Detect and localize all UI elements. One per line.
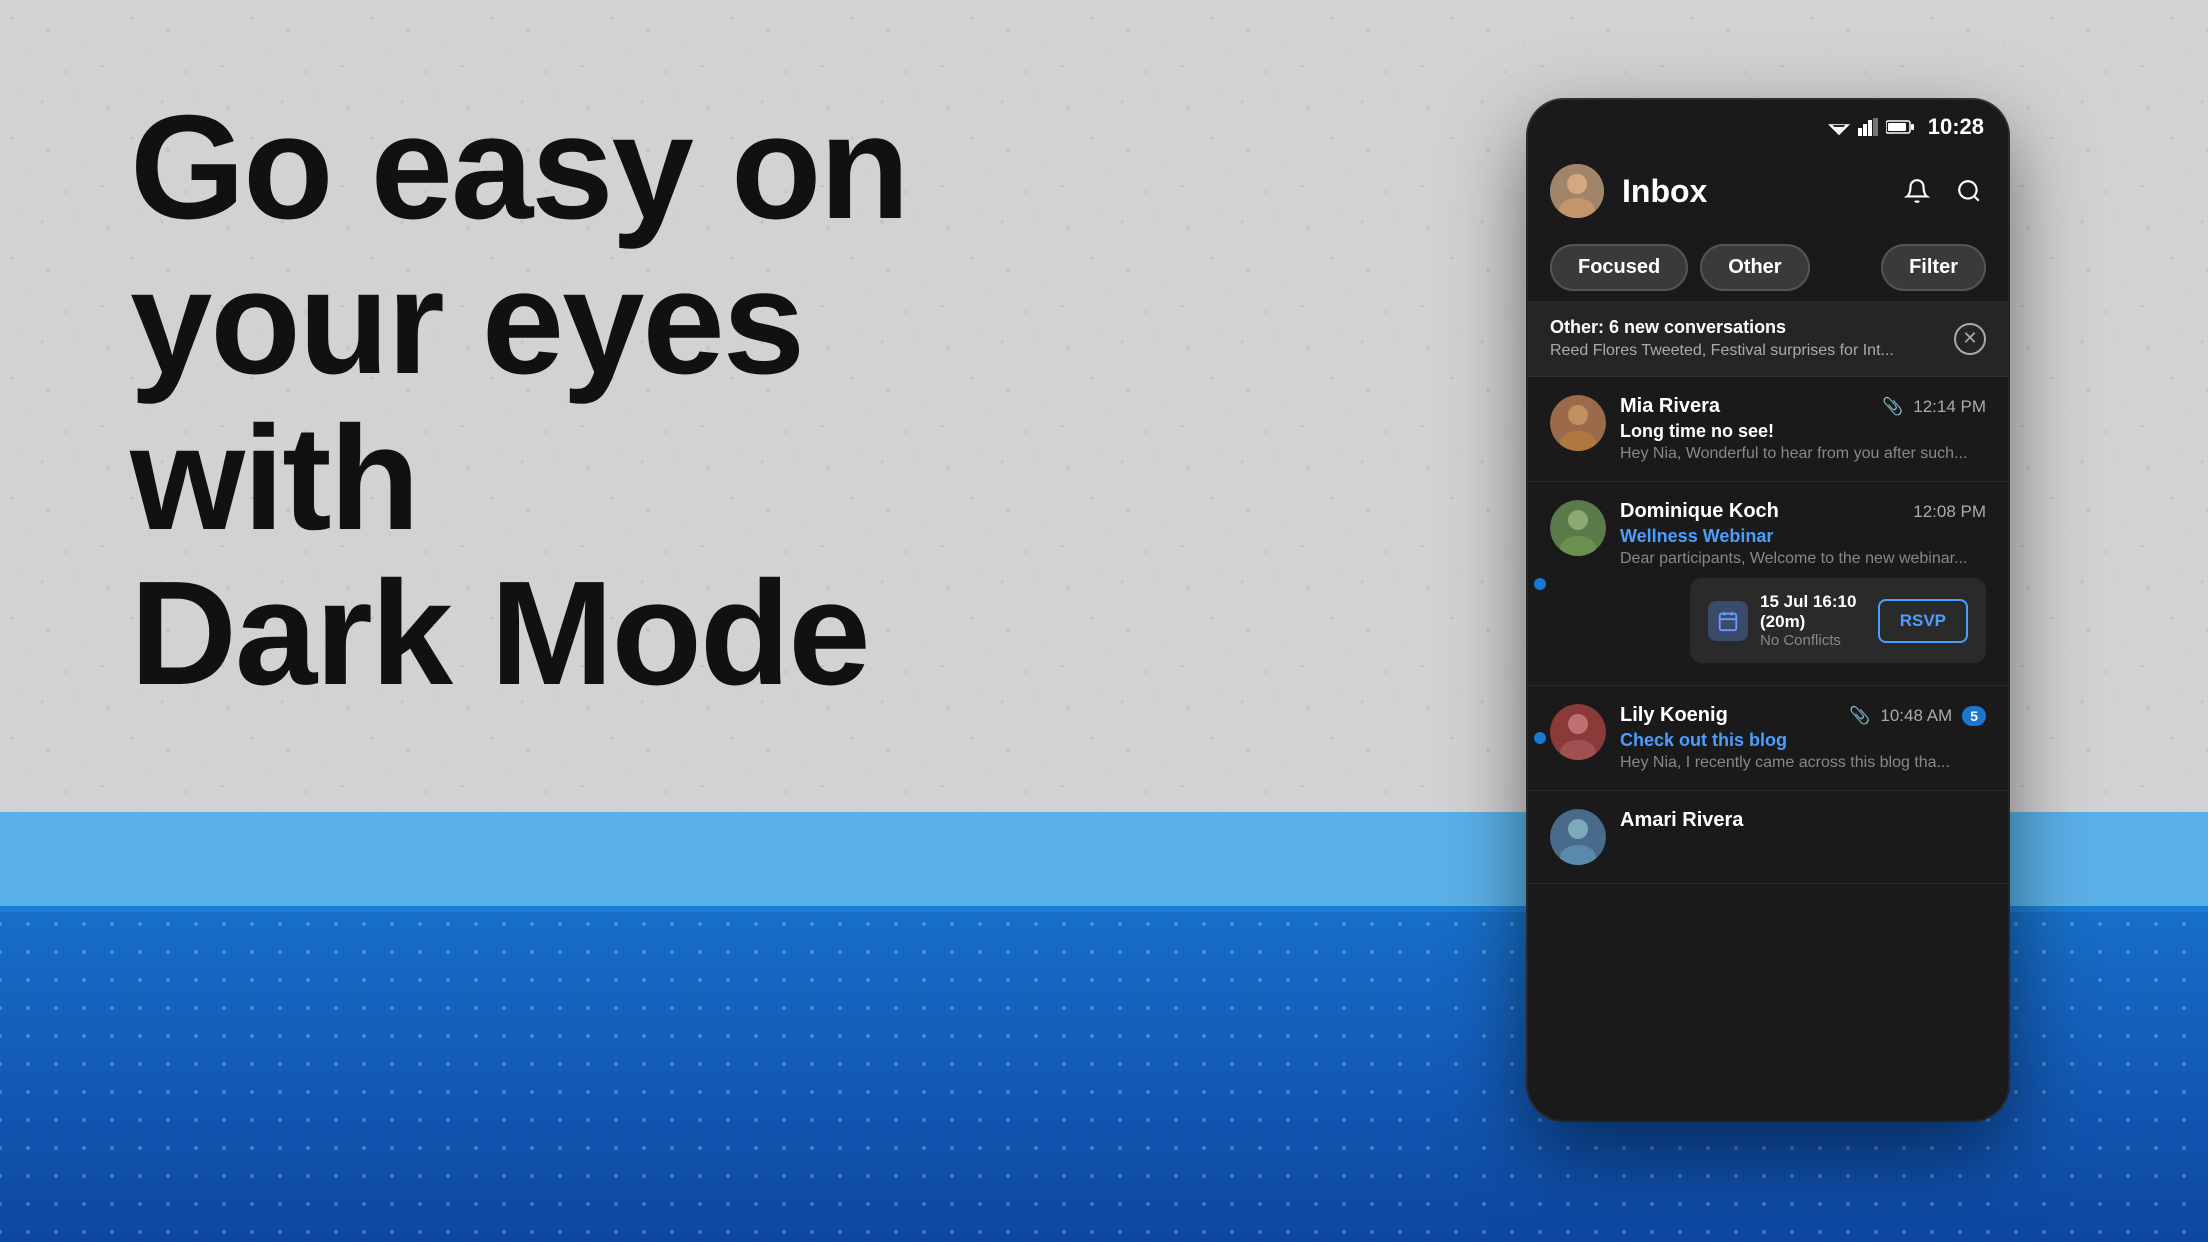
left-text-section: Go easy on your eyes with Dark Mode (130, 90, 910, 712)
email-subject-dominique: Wellness Webinar (1620, 526, 1986, 547)
email-time-mia: 12:14 PM (1913, 397, 1986, 417)
notification-icon[interactable] (1900, 174, 1934, 208)
phone-mockup: 10:28 Inbox (1528, 100, 2008, 1120)
email-top-row-lily: Lily Koenig 📎 10:48 AM 5 (1620, 704, 1986, 727)
calendar-icon (1708, 601, 1748, 641)
avatar-dominique-svg (1550, 500, 1606, 556)
email-preview-lily: Hey Nia, I recently came across this blo… (1620, 754, 1986, 772)
avatar-mia (1550, 395, 1606, 451)
email-meta-lily: 📎 10:48 AM 5 (1849, 706, 1986, 726)
sender-mia: Mia Rivera (1620, 395, 1720, 418)
inbox-title: Inbox (1622, 173, 1900, 210)
email-body-amari: Amari Rivera (1620, 809, 1986, 832)
email-top-row-dominique: Dominique Koch 12:08 PM (1620, 500, 1986, 523)
avatar-dominique (1550, 500, 1606, 556)
status-time: 10:28 (1928, 114, 1984, 140)
rsvp-button[interactable]: RSVP (1878, 599, 1968, 643)
email-item-lily[interactable]: Lily Koenig 📎 10:48 AM 5 Check out this … (1528, 686, 2008, 791)
user-avatar-image (1550, 164, 1604, 218)
close-notification-button[interactable]: ✕ (1954, 323, 1986, 355)
email-body-dominique: Dominique Koch 12:08 PM Wellness Webinar… (1620, 500, 1986, 667)
notification-title: Other: 6 new conversations (1550, 317, 1954, 338)
avatar-amari (1550, 809, 1606, 865)
email-item-mia[interactable]: Mia Rivera 📎 12:14 PM Long time no see! … (1528, 377, 2008, 482)
tabs-row: Focused Other Filter (1528, 234, 2008, 301)
attachment-icon-lily: 📎 (1849, 706, 1870, 726)
email-header: Inbox (1528, 148, 2008, 234)
calendar-datetime: 15 Jul 16:10 (20m) (1760, 592, 1878, 632)
other-tab[interactable]: Other (1700, 244, 1809, 291)
focused-tab[interactable]: Focused (1550, 244, 1688, 291)
user-avatar-svg (1550, 164, 1604, 218)
email-top-row-amari: Amari Rivera (1620, 809, 1986, 832)
email-preview-dominique: Dear participants, Welcome to the new we… (1620, 550, 1986, 568)
calendar-status: No Conflicts (1760, 632, 1878, 649)
calendar-text: 15 Jul 16:10 (20m) No Conflicts (1760, 592, 1878, 649)
calendar-card[interactable]: 15 Jul 16:10 (20m) No Conflicts RSVP (1690, 578, 1986, 663)
email-preview-mia: Hey Nia, Wonderful to hear from you afte… (1620, 445, 1986, 463)
battery-icon (1886, 119, 1914, 135)
email-time-dominique: 12:08 PM (1913, 502, 1986, 522)
avatar-lily-svg (1550, 704, 1606, 760)
status-icons: 10:28 (1828, 114, 1984, 140)
email-meta-dominique: 12:08 PM (1913, 502, 1986, 522)
sender-amari: Amari Rivera (1620, 809, 1743, 832)
sender-lily: Lily Koenig (1620, 704, 1728, 727)
email-subject-mia: Long time no see! (1620, 421, 1986, 442)
status-bar: 10:28 (1528, 100, 2008, 148)
email-body-mia: Mia Rivera 📎 12:14 PM Long time no see! … (1620, 395, 1986, 463)
header-icons (1900, 174, 1986, 208)
user-avatar[interactable] (1550, 164, 1604, 218)
email-badge-lily: 5 (1962, 706, 1986, 726)
headline-text: Go easy on your eyes with Dark Mode (130, 90, 910, 712)
email-subject-lily: Check out this blog (1620, 730, 1986, 751)
email-top-row-mia: Mia Rivera 📎 12:14 PM (1620, 395, 1986, 418)
notification-text: Other: 6 new conversations Reed Flores T… (1550, 317, 1954, 360)
sender-dominique: Dominique Koch (1620, 500, 1779, 523)
signal-icon (1858, 118, 1878, 136)
email-time-lily: 10:48 AM (1880, 706, 1952, 726)
notification-banner: Other: 6 new conversations Reed Flores T… (1528, 301, 2008, 377)
email-item-amari[interactable]: Amari Rivera (1528, 791, 2008, 884)
avatar-lily (1550, 704, 1606, 760)
avatar-amari-svg (1550, 809, 1606, 865)
email-body-lily: Lily Koenig 📎 10:48 AM 5 Check out this … (1620, 704, 1986, 772)
wifi-icon (1828, 118, 1850, 136)
attachment-icon-mia: 📎 (1882, 397, 1903, 417)
email-item-dominique[interactable]: Dominique Koch 12:08 PM Wellness Webinar… (1528, 482, 2008, 686)
search-icon[interactable] (1952, 174, 1986, 208)
avatar-mia-svg (1550, 395, 1606, 451)
filter-button[interactable]: Filter (1881, 244, 1986, 291)
notification-subtitle: Reed Flores Tweeted, Festival surprises … (1550, 342, 1954, 360)
email-meta-mia: 📎 12:14 PM (1882, 397, 1986, 417)
